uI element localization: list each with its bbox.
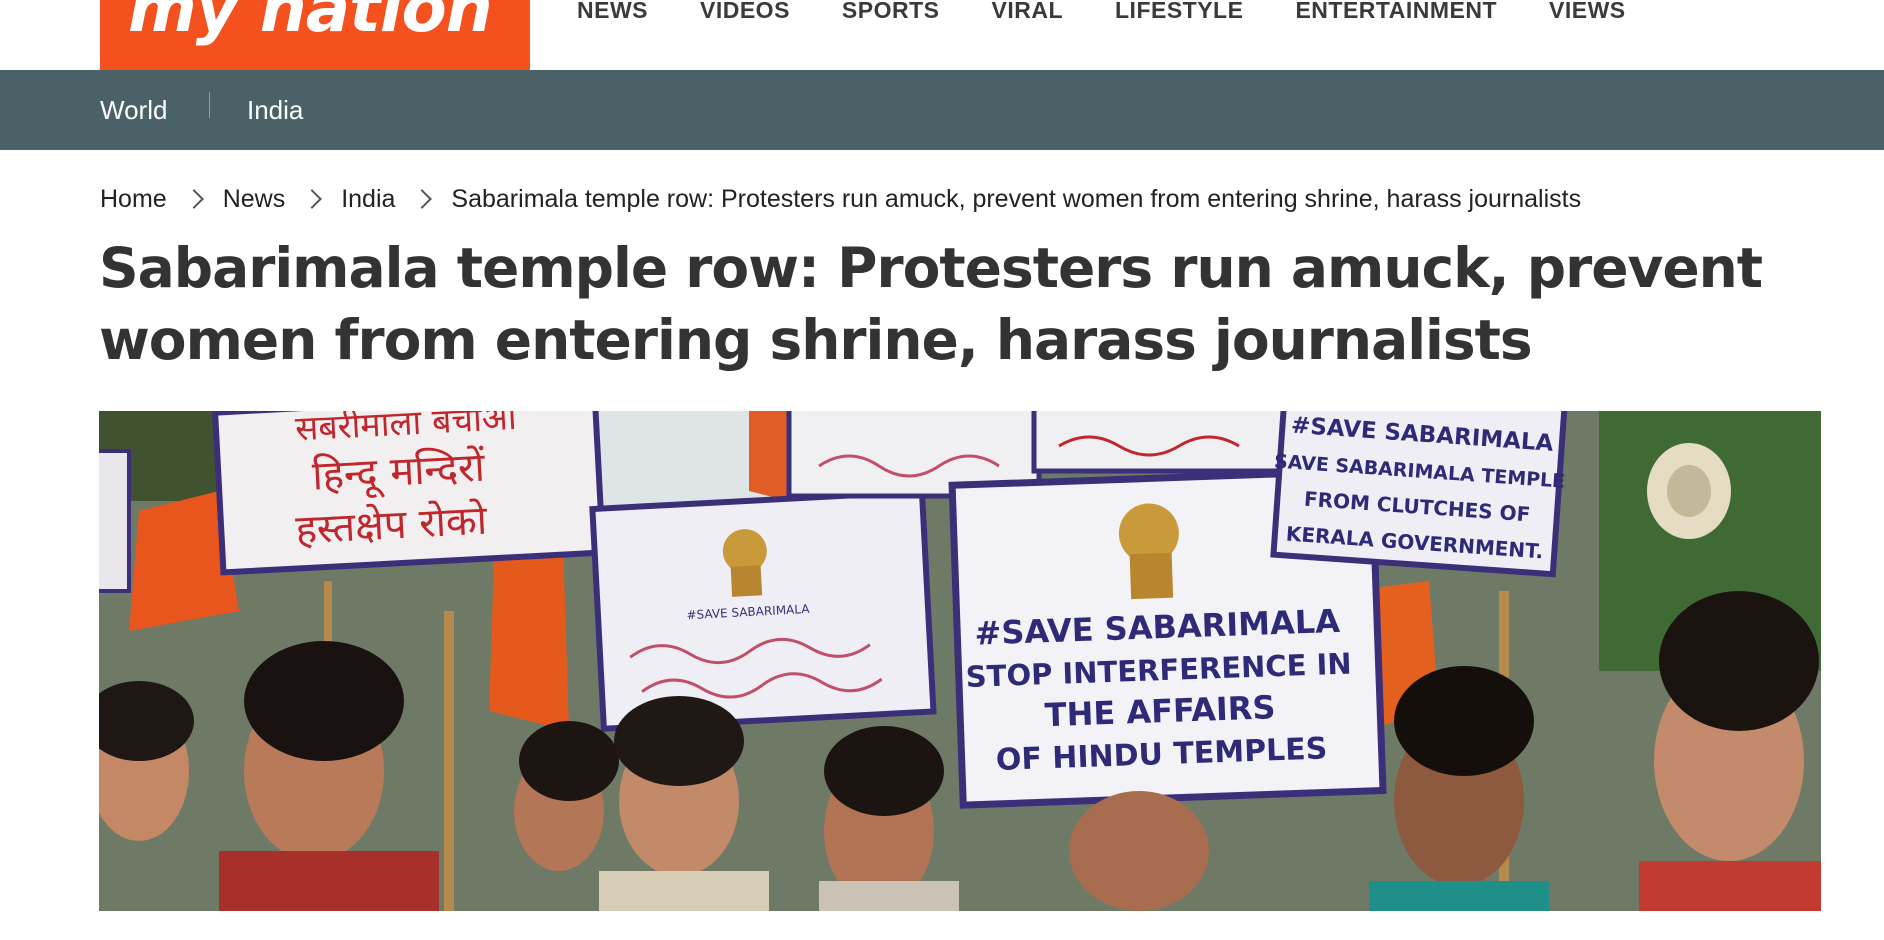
nav-videos[interactable]: VIDEOS	[700, 0, 790, 30]
site-logo[interactable]: my nation	[100, 0, 530, 70]
breadcrumb-india[interactable]: India	[341, 185, 395, 214]
nav-lifestyle[interactable]: LIFESTYLE	[1115, 0, 1243, 30]
sign-main-line3: THE AFFAIRS	[1044, 688, 1276, 734]
subnav-india[interactable]: India	[247, 70, 303, 150]
breadcrumb-current: Sabarimala temple row: Protesters run am…	[451, 184, 1582, 213]
main-nav: NEWS VIDEOS SPORTS VIRAL LIFESTYLE ENTER…	[577, 0, 1678, 30]
breadcrumb-home[interactable]: Home	[100, 185, 167, 214]
sub-nav: World India	[0, 70, 1884, 150]
article-headline: Sabarimala temple row: Protesters run am…	[99, 236, 1763, 372]
protest-photo: सबरीमाला बचाओ हिन्दू मन्दिरों हस्तक्षेप …	[99, 411, 1821, 911]
subnav-world[interactable]: World	[100, 70, 167, 150]
chevron-right-icon	[302, 189, 323, 209]
nav-viral[interactable]: VIRAL	[992, 0, 1064, 30]
nav-sports[interactable]: SPORTS	[842, 0, 940, 30]
top-header: my nation NEWS VIDEOS SPORTS VIRAL LIFES…	[0, 0, 1884, 70]
hero-image: सबरीमाला बचाओ हिन्दू मन्दिरों हस्तक्षेप …	[99, 411, 1821, 911]
nav-entertainment[interactable]: ENTERTAINMENT	[1295, 0, 1497, 30]
subnav-divider	[209, 92, 210, 118]
nav-news[interactable]: NEWS	[577, 0, 648, 30]
breadcrumb-news[interactable]: News	[223, 185, 286, 214]
chevron-right-icon	[412, 189, 433, 209]
logo-text: my nation	[128, 0, 493, 47]
chevron-right-icon	[183, 189, 204, 209]
nav-views[interactable]: VIEWS	[1549, 0, 1626, 30]
breadcrumb: Home News India Sabarimala temple row: P…	[100, 183, 1581, 215]
